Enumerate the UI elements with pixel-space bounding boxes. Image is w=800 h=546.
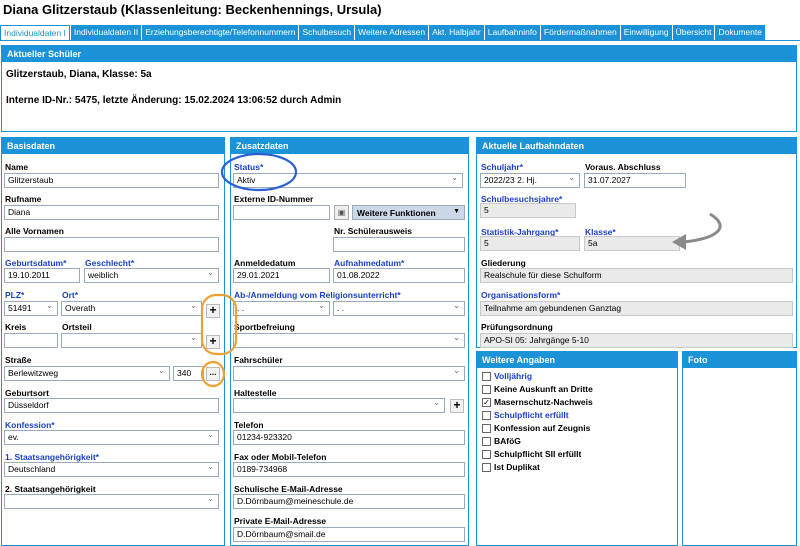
arrow-annotation	[683, 212, 722, 244]
plus-buttons-highlight	[200, 293, 238, 356]
status-highlight-circle	[220, 152, 298, 192]
annotation-overlay	[200, 152, 722, 388]
more-button-highlight	[200, 360, 226, 388]
arrow-head-icon	[672, 234, 686, 250]
